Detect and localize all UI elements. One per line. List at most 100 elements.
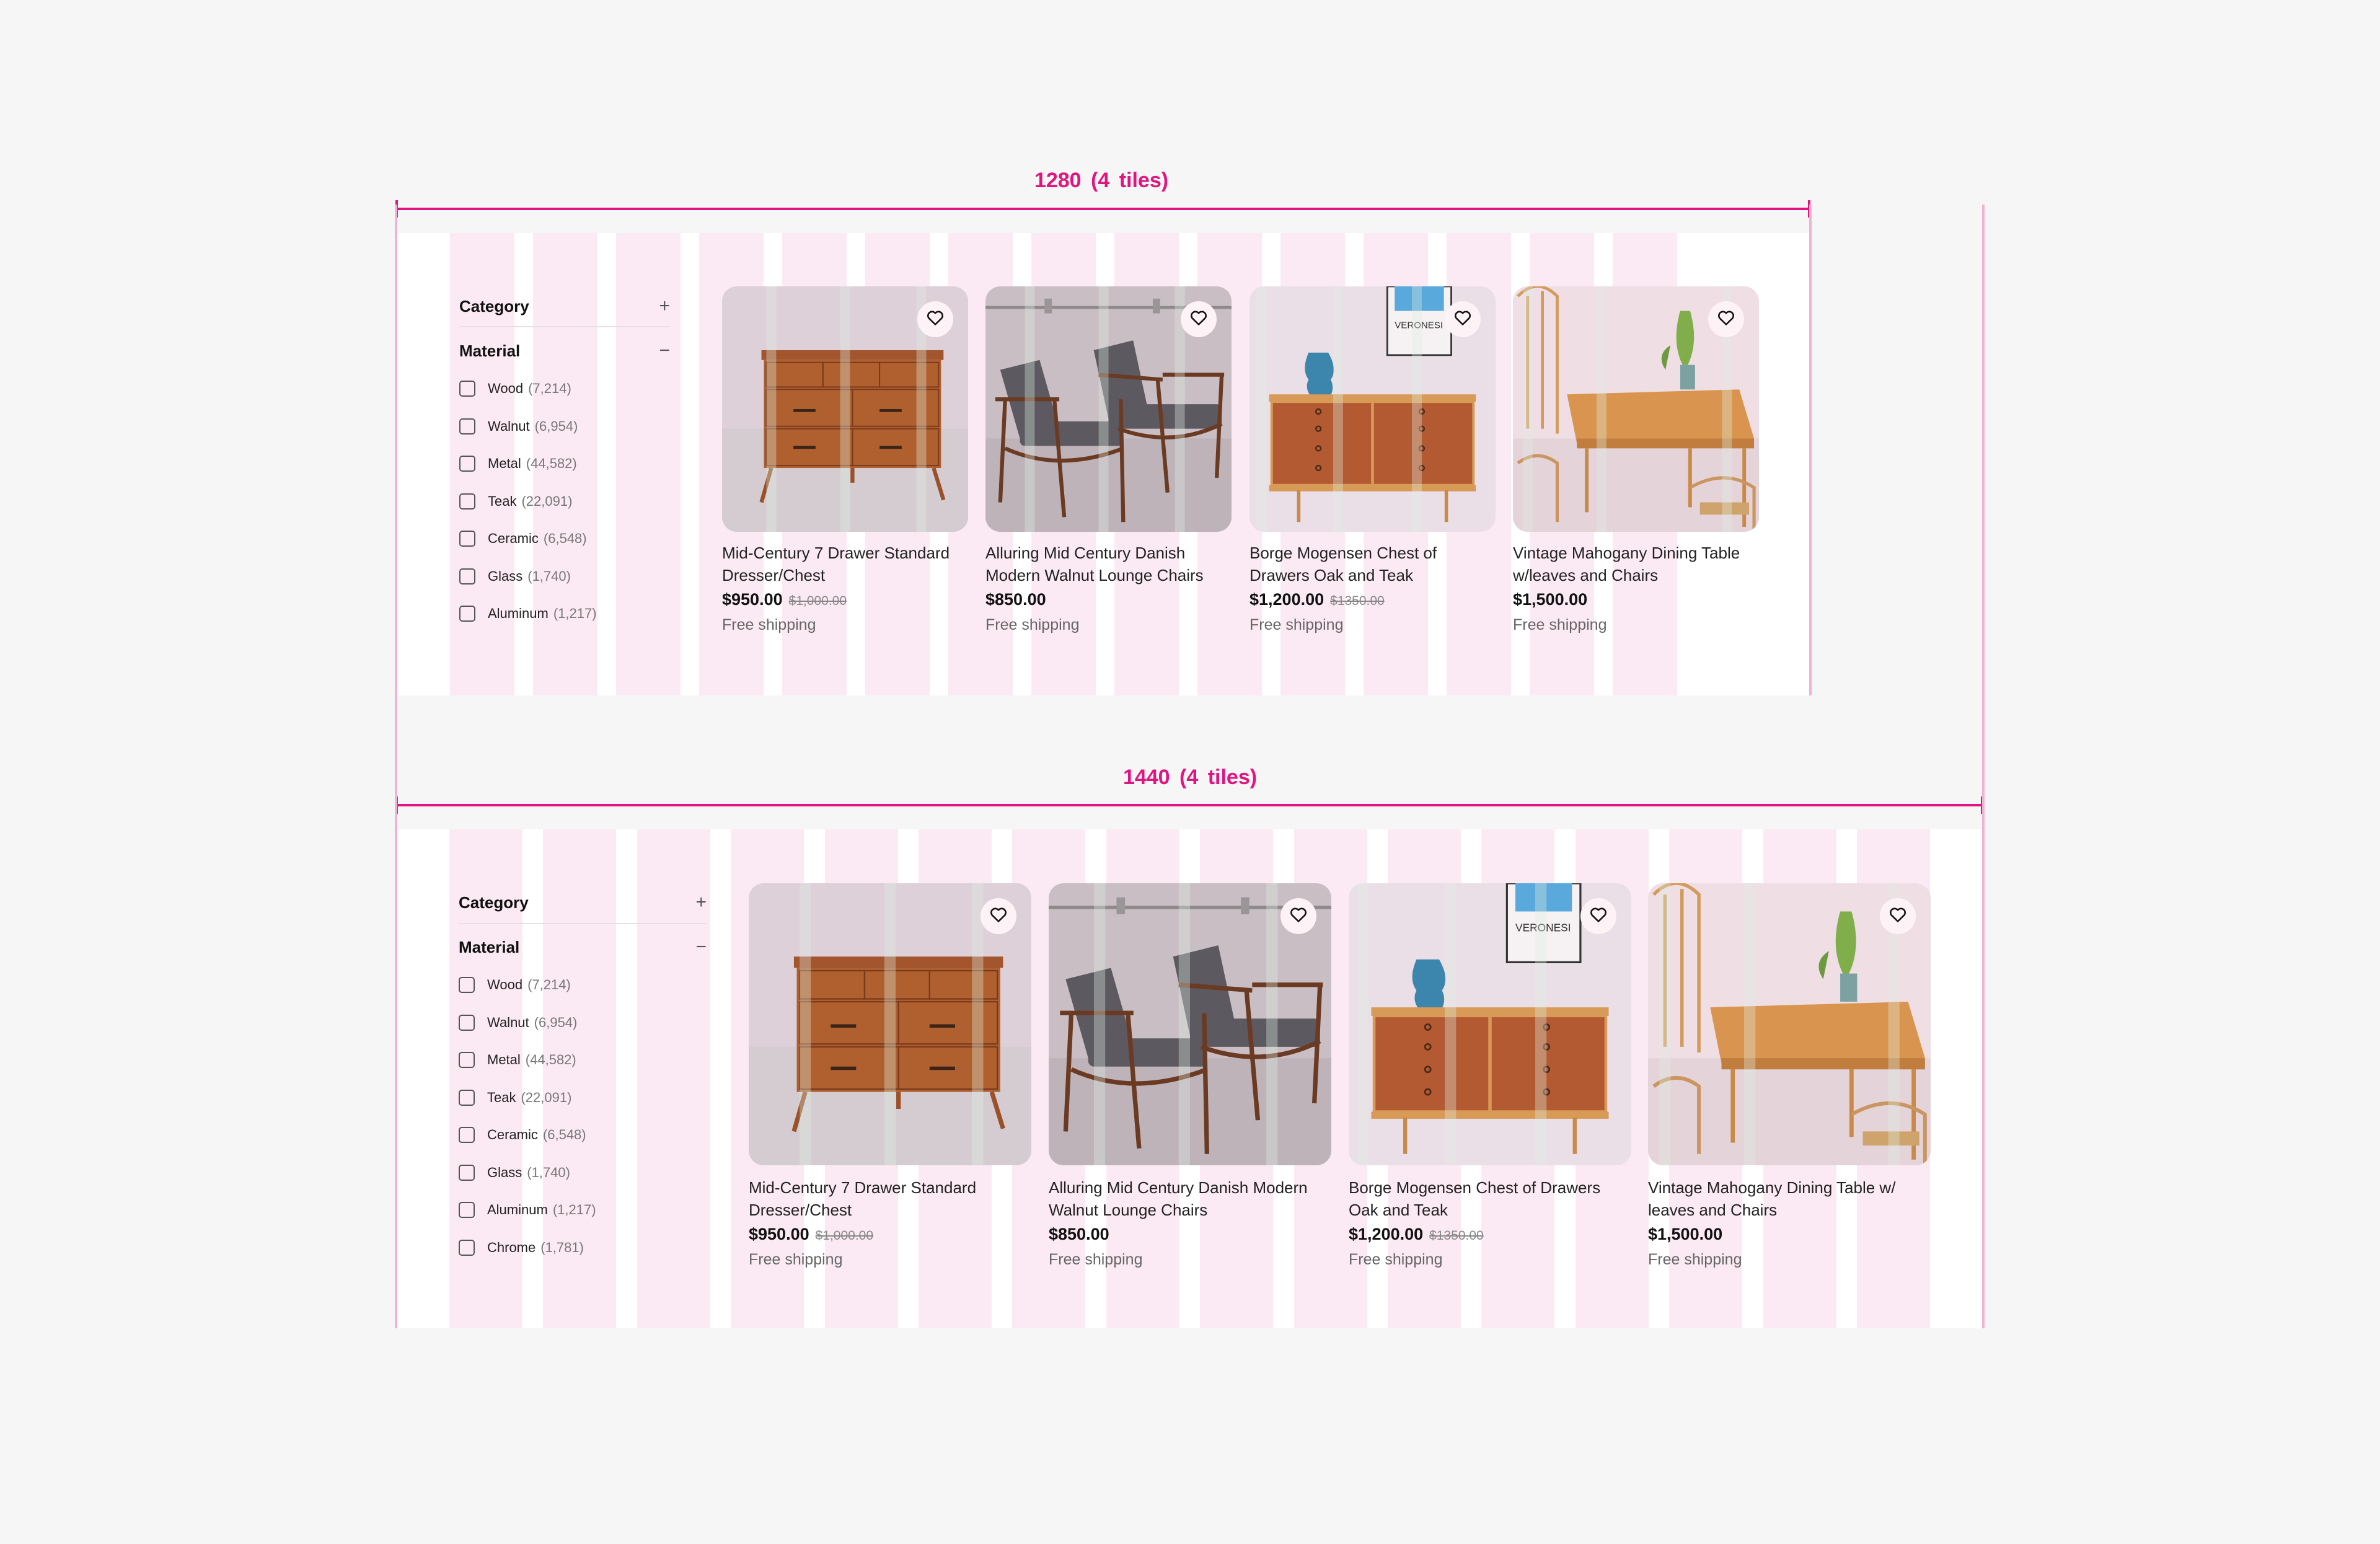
favorite-button[interactable]: [981, 898, 1016, 934]
shipping-info: Free shipping: [1049, 1251, 1143, 1268]
product-title[interactable]: Borge Mogensen Chest of Drawers Oak and …: [1250, 542, 1496, 586]
material-option[interactable]: Aluminum (1,217): [459, 606, 597, 622]
heart-icon: [1190, 310, 1207, 329]
sale-price: $1,200.00: [1250, 590, 1324, 609]
product-tile[interactable]: VERONESI Borge Mogensen Chest of Drawers…: [1349, 883, 1631, 1280]
favorite-button[interactable]: [1880, 898, 1916, 934]
product-tile[interactable]: Vintage Mahogany Dining Table w/ leaves …: [1648, 883, 1931, 1280]
product-tile[interactable]: Vintage Mahogany Dining Table w/leaves a…: [1513, 286, 1759, 646]
product-image[interactable]: [1513, 286, 1759, 532]
facet-material-header[interactable]: Material −: [459, 936, 707, 958]
option-label: Metal: [487, 1052, 521, 1067]
material-option[interactable]: Ceramic (6,548): [459, 531, 587, 547]
product-title[interactable]: Borge Mogensen Chest of Drawers Oak and …: [1349, 1176, 1631, 1221]
product-image[interactable]: [1648, 883, 1931, 1165]
product-tile[interactable]: Mid-Century 7 Drawer Standard Dresser/Ch…: [722, 286, 968, 646]
product-image[interactable]: [985, 286, 1232, 532]
shipping-info: Free shipping: [749, 1251, 843, 1268]
shipping-info: Free shipping: [1349, 1251, 1443, 1268]
favorite-button[interactable]: [1181, 301, 1217, 337]
layout-frame-1280: Category + Material − Wood (7,214) Walnut (6,95…: [397, 233, 1809, 695]
product-title[interactable]: Alluring Mid Century Danish Modern Walnu…: [985, 542, 1232, 586]
checkbox[interactable]: [459, 606, 475, 622]
product-image[interactable]: [1049, 883, 1331, 1165]
product-title[interactable]: Vintage Mahogany Dining Table w/leaves a…: [1513, 542, 1759, 586]
measure-line-1280: [395, 200, 1810, 218]
product-image[interactable]: VERONESI: [1349, 883, 1631, 1165]
material-option[interactable]: Walnut (6,954): [459, 1014, 578, 1031]
material-option[interactable]: Metal (44,582): [459, 456, 577, 472]
option-label: Wood: [487, 977, 523, 992]
guide-line-right-1280: [1809, 205, 1812, 695]
option-count: (1,740): [527, 1164, 570, 1180]
filter-sidebar: Category + Material − Wood (7,214) Walnut (6,95…: [459, 295, 670, 630]
product-title[interactable]: Mid-Century 7 Drawer Standard Dresser/Ch…: [749, 1176, 1031, 1221]
checkbox[interactable]: [459, 1089, 475, 1106]
product-tile[interactable]: Alluring Mid Century Danish Modern Walnu…: [985, 286, 1232, 646]
checkbox[interactable]: [459, 1014, 475, 1031]
option-count: (6,954): [534, 1014, 578, 1030]
option-count: (6,954): [534, 418, 578, 434]
product-tile[interactable]: Alluring Mid Century Danish Modern Walnu…: [1049, 883, 1331, 1280]
material-option[interactable]: Wood (7,214): [459, 977, 571, 993]
material-option[interactable]: Teak (22,091): [459, 1089, 571, 1106]
checkbox[interactable]: [459, 493, 475, 510]
option-count: (6,548): [543, 531, 587, 546]
material-option[interactable]: Aluminum (1,217): [459, 1202, 596, 1218]
material-option[interactable]: Teak (22,091): [459, 493, 572, 510]
favorite-button[interactable]: [1580, 898, 1616, 934]
plus-icon[interactable]: +: [659, 296, 670, 317]
checkbox[interactable]: [459, 977, 475, 993]
material-option[interactable]: Glass (1,740): [459, 568, 571, 585]
checkbox[interactable]: [459, 1239, 475, 1256]
checkbox[interactable]: [459, 1127, 475, 1143]
checkbox[interactable]: [459, 456, 475, 472]
checkbox[interactable]: [459, 1052, 475, 1068]
option-count: (44,582): [526, 456, 577, 471]
product-title[interactable]: Vintage Mahogany Dining Table w/ leaves …: [1648, 1176, 1931, 1221]
facet-material-header[interactable]: Material −: [459, 340, 670, 362]
material-option[interactable]: Ceramic (6,548): [459, 1127, 586, 1143]
product-tile[interactable]: Mid-Century 7 Drawer Standard Dresser/Ch…: [749, 883, 1031, 1280]
material-option[interactable]: Wood (7,214): [459, 381, 571, 397]
product-image[interactable]: VERONESI: [1250, 286, 1496, 532]
checkbox[interactable]: [459, 418, 475, 435]
product-title[interactable]: Alluring Mid Century Danish Modern Walnu…: [1049, 1176, 1331, 1221]
sale-price: $850.00: [1049, 1225, 1109, 1243]
product-image[interactable]: [722, 286, 968, 532]
material-option[interactable]: Chrome (1,781): [459, 1239, 584, 1256]
sale-price: $950.00: [749, 1225, 809, 1243]
heart-icon: [1290, 907, 1307, 926]
product-price: $1,200.00 $1350.00: [1250, 590, 1385, 609]
plus-icon[interactable]: +: [695, 892, 707, 913]
shipping-info: Free shipping: [985, 616, 1080, 633]
checkbox[interactable]: [459, 1164, 475, 1181]
heart-icon: [1717, 310, 1735, 329]
checkbox[interactable]: [459, 568, 475, 585]
option-label: Chrome: [487, 1239, 536, 1255]
material-option[interactable]: Walnut (6,954): [459, 418, 578, 435]
checkbox[interactable]: [459, 1202, 475, 1218]
shipping-info: Free shipping: [1250, 616, 1344, 633]
product-tile[interactable]: VERONESI Borge Mogensen Chest of Drawers…: [1250, 286, 1496, 646]
option-count: (44,582): [525, 1052, 576, 1067]
favorite-button[interactable]: [1280, 898, 1316, 934]
facet-category-label: Category: [459, 296, 529, 315]
option-count: (1,740): [527, 568, 571, 584]
facet-category-header[interactable]: Category +: [459, 891, 707, 914]
material-option[interactable]: Glass (1,740): [459, 1164, 570, 1181]
favorite-button[interactable]: [1708, 301, 1744, 337]
checkbox[interactable]: [459, 381, 475, 397]
facet-category-header[interactable]: Category +: [459, 295, 670, 317]
product-title[interactable]: Mid-Century 7 Drawer Standard Dresser/Ch…: [722, 542, 968, 586]
minus-icon[interactable]: −: [695, 937, 707, 958]
heart-icon: [1889, 907, 1906, 926]
minus-icon[interactable]: −: [659, 340, 670, 361]
option-label: Wood: [488, 381, 524, 396]
product-image[interactable]: [749, 883, 1031, 1165]
sale-price: $1,500.00: [1648, 1225, 1723, 1243]
favorite-button[interactable]: [1445, 301, 1481, 337]
checkbox[interactable]: [459, 531, 475, 547]
material-option[interactable]: Metal (44,582): [459, 1052, 576, 1068]
favorite-button[interactable]: [917, 301, 953, 337]
